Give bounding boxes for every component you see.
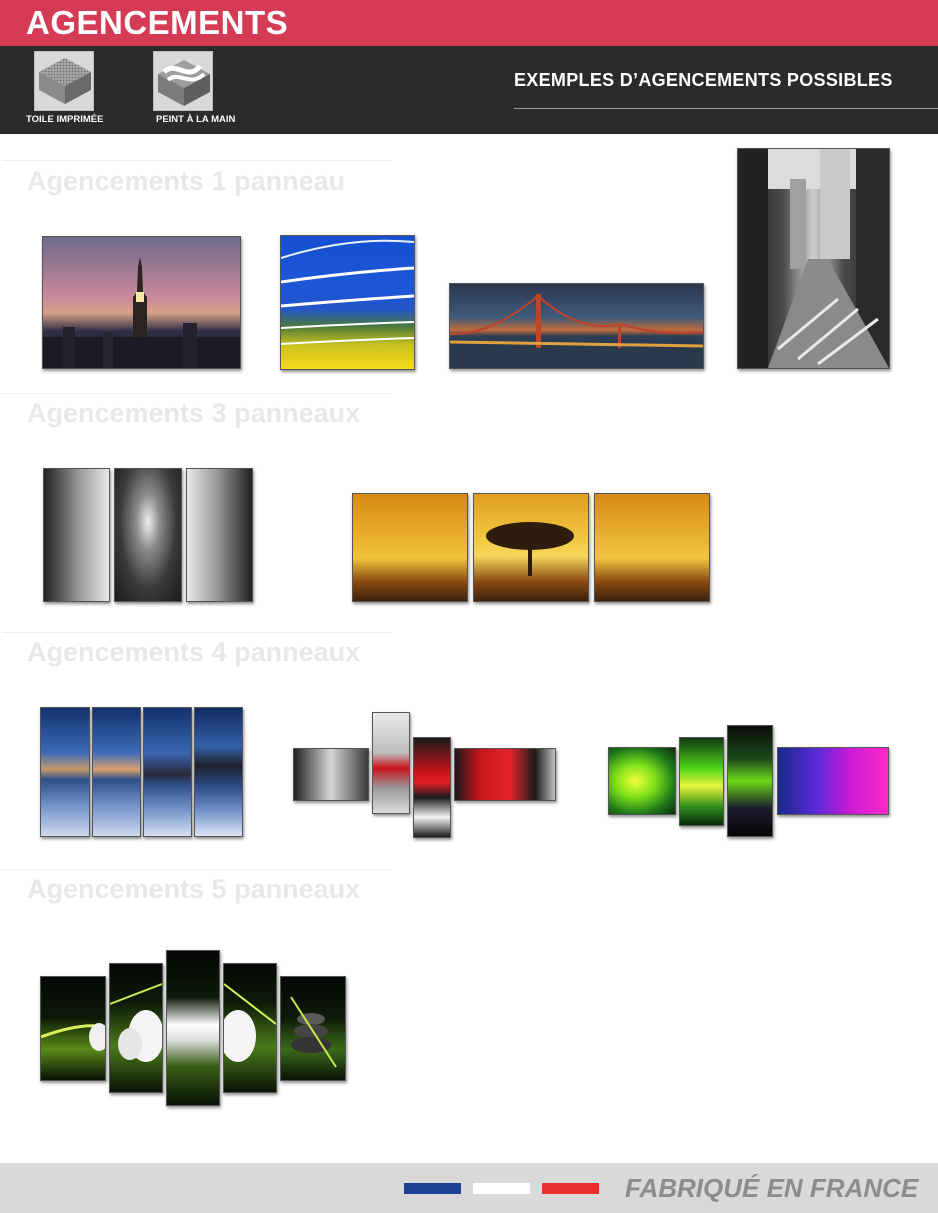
artwork-lotus-panel-3: [166, 950, 220, 1106]
heading-divider: [514, 108, 938, 109]
section-divider: [2, 632, 392, 633]
artwork-city-skyline: [42, 236, 241, 369]
header-band: TOILE IMPRIMÉE PEINT À LA MAIN EXEMPLES …: [0, 46, 938, 134]
printed-canvas-icon: [34, 51, 94, 111]
made-in-france-text: FABRIQUÉ EN FRANCE: [625, 1173, 919, 1203]
artwork-bw-street: [737, 148, 890, 369]
artwork-blue-stripes: [280, 235, 415, 370]
artwork-lotus-panel-4: [223, 963, 277, 1093]
artwork-pier-panel-1: [40, 707, 90, 837]
artwork-golden-gate: [449, 283, 704, 369]
artwork-red-abstract-panel-1: [293, 748, 369, 801]
artwork-lotus-panel-5: [280, 976, 346, 1081]
footer-band: FABRIQUÉ EN FRANCE: [0, 1163, 938, 1213]
section-heading: EXEMPLES D’AGENCEMENTS POSSIBLES: [514, 70, 893, 90]
flag-red-stripe: [542, 1183, 599, 1194]
artwork-savannah-panel-1: [352, 493, 468, 602]
section-title-4-panels: Agencements 4 panneaux: [27, 637, 361, 667]
artwork-savannah-panel-3: [594, 493, 710, 602]
section-title-5-panels: Agencements 5 panneaux: [27, 874, 361, 904]
artwork-pier-panel-4: [194, 707, 243, 837]
page-title: AGENCEMENTS: [26, 4, 289, 41]
artwork-lotus-panel-1: [40, 976, 106, 1081]
hand-painted-label: PEINT À LA MAIN: [156, 114, 236, 125]
artwork-tunnel-panel-3: [186, 468, 253, 602]
section-divider: [2, 869, 392, 870]
artwork-tunnel-panel-1: [43, 468, 110, 602]
flag-blue-stripe: [404, 1183, 461, 1194]
printed-canvas-label: TOILE IMPRIMÉE: [26, 114, 104, 125]
artwork-neon-panel-3: [727, 725, 773, 837]
section-divider: [2, 160, 392, 161]
title-bar: AGENCEMENTS: [0, 0, 938, 46]
artwork-red-abstract-panel-2: [372, 712, 410, 814]
hand-painted-icon: [153, 51, 213, 111]
section-title-3-panels: Agencements 3 panneaux: [27, 398, 361, 428]
artwork-neon-panel-2: [679, 737, 724, 826]
artwork-neon-panel-4: [777, 747, 889, 815]
flag-white-stripe: [473, 1183, 530, 1194]
section-divider: [2, 393, 392, 394]
artwork-pier-panel-2: [92, 707, 141, 837]
artwork-lotus-panel-2: [109, 963, 163, 1093]
section-title-1-panel: Agencements 1 panneau: [27, 166, 346, 196]
artwork-red-abstract-panel-4: [454, 748, 556, 801]
artwork-tunnel-panel-2: [114, 468, 182, 602]
artwork-red-abstract-panel-3: [413, 737, 451, 838]
artwork-neon-panel-1: [608, 747, 676, 815]
artwork-savannah-panel-2: [473, 493, 589, 602]
artwork-pier-panel-3: [143, 707, 192, 837]
